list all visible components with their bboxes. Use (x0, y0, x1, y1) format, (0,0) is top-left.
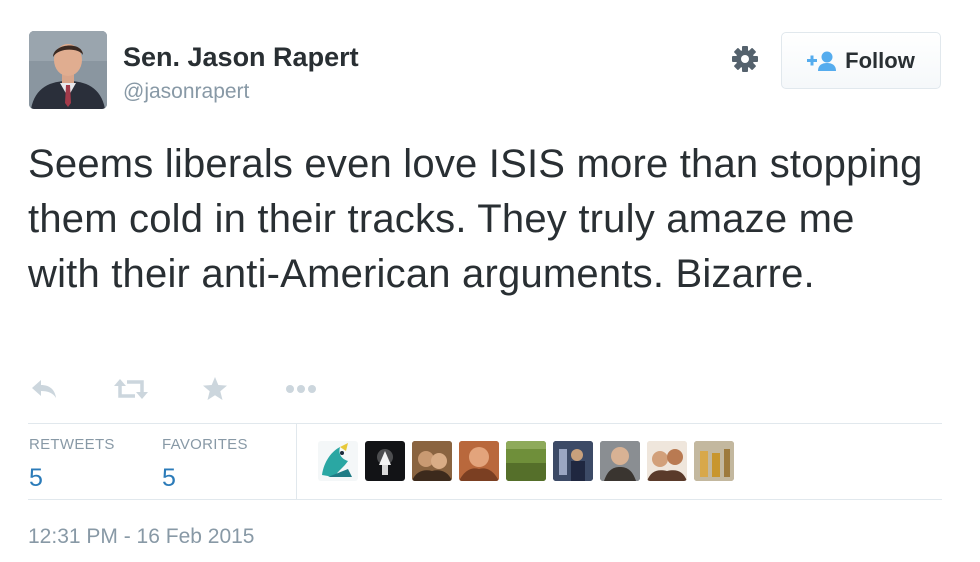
stats-separator (296, 424, 297, 499)
profile-photo (29, 31, 107, 109)
favoriter-avatar[interactable] (318, 441, 358, 481)
stats-bottom-divider (28, 499, 942, 500)
screen-name[interactable]: @jasonrapert (123, 80, 249, 104)
favoriter-avatar[interactable] (506, 441, 546, 481)
favorite-icon[interactable] (202, 372, 228, 406)
retweet-icon[interactable] (113, 372, 149, 406)
reply-icon[interactable] (30, 372, 58, 406)
follow-button-label: Follow (845, 47, 915, 73)
retweets-label: RETWEETS (29, 436, 115, 453)
retweets-count: 5 (29, 464, 43, 492)
stats-top-divider (28, 423, 942, 424)
add-user-icon (807, 51, 837, 71)
favorites-label: FAVORITES (162, 436, 248, 453)
favoriter-avatar[interactable] (459, 441, 499, 481)
profile-avatar[interactable] (29, 31, 107, 109)
favoriter-avatar[interactable] (600, 441, 640, 481)
follow-button[interactable]: Follow (781, 32, 941, 89)
favoriter-avatar[interactable] (365, 441, 405, 481)
display-name[interactable]: Sen. Jason Rapert (123, 42, 359, 73)
favoriter-avatar[interactable] (694, 441, 734, 481)
favoriter-avatar[interactable] (647, 441, 687, 481)
gear-icon[interactable] (729, 43, 761, 75)
favoriter-avatar[interactable] (553, 441, 593, 481)
tweet-text: Seems liberals even love ISIS more than … (28, 142, 923, 296)
favorites-stat[interactable]: FAVORITES 5 (162, 436, 248, 493)
more-icon[interactable] (285, 372, 317, 406)
favorites-count: 5 (162, 464, 176, 492)
tweet-timestamp[interactable]: 12:31 PM - 16 Feb 2015 (28, 525, 254, 549)
retweets-stat[interactable]: RETWEETS 5 (29, 436, 115, 493)
favoriter-avatar[interactable] (412, 441, 452, 481)
